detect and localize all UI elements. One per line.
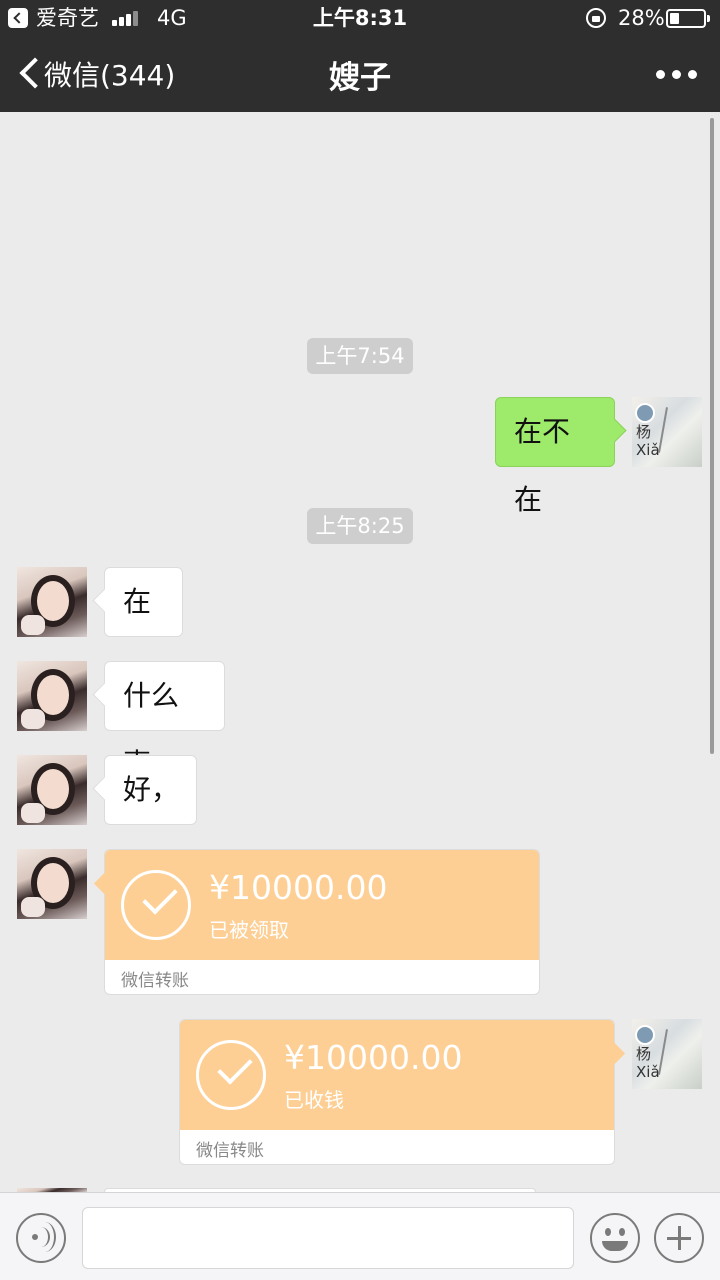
message-bubble-incoming[interactable]: 好， — [104, 755, 197, 825]
message-bubble-outgoing[interactable]: 在不在 — [495, 397, 615, 516]
avatar-signature: 杨 Xiǎ — [636, 1045, 660, 1081]
scrollbar[interactable] — [710, 118, 714, 754]
nav-bar: 微信(344) 嫂子 — [0, 36, 720, 112]
rotation-lock-icon — [586, 8, 606, 28]
message-bubble-incoming[interactable]: 什么事 — [104, 661, 225, 780]
status-time: 上午8:31 — [312, 6, 408, 30]
top-bar: 爱奇艺 4G 上午8:31 28% 微信(344) 嫂子 — [0, 0, 720, 112]
transfer-amount: ¥10000.00 — [209, 868, 388, 907]
battery-icon — [666, 9, 710, 28]
transfer-card-incoming[interactable]: ¥10000.00 已被领取 微信转账 — [104, 849, 540, 995]
contact-avatar[interactable] — [17, 849, 87, 919]
message-input[interactable] — [82, 1207, 574, 1269]
transfer-card-header: ¥10000.00 已收钱 — [180, 1020, 614, 1130]
transfer-status: 已收钱 — [284, 1088, 344, 1112]
avatar-photo — [635, 403, 655, 423]
transfer-footer: 微信转账 — [121, 971, 189, 991]
transfer-card-outgoing[interactable]: ¥10000.00 已收钱 微信转账 — [179, 1019, 615, 1165]
timestamp: 上午7:54 — [307, 338, 413, 374]
contact-avatar[interactable] — [17, 755, 87, 825]
contact-avatar[interactable] — [17, 567, 87, 637]
my-avatar[interactable]: 杨 Xiǎ — [632, 1019, 702, 1089]
voice-icon[interactable] — [16, 1213, 66, 1263]
input-bar — [0, 1192, 720, 1280]
transfer-card-header: ¥10000.00 已被领取 — [105, 850, 539, 960]
transfer-footer: 微信转账 — [196, 1141, 264, 1161]
chat-area[interactable]: 上午7:54 在不在 杨Xiǎ 上午8:25 在 什么事 好， ¥10000.0… — [0, 112, 720, 1192]
more-icon[interactable] — [656, 70, 698, 80]
avatar-photo — [635, 1025, 655, 1045]
my-avatar[interactable]: 杨 Xiǎ — [632, 397, 702, 467]
battery-percent: 28% — [618, 6, 665, 30]
chat-title: 嫂子 — [329, 60, 391, 96]
avatar-signature: 杨 Xiǎ — [636, 423, 660, 459]
contact-avatar[interactable] — [17, 661, 87, 731]
check-circle-icon — [196, 1040, 266, 1110]
plus-icon[interactable] — [654, 1213, 704, 1263]
battery-fill — [670, 13, 679, 24]
check-circle-icon — [121, 870, 191, 940]
message-bubble-incoming[interactable]: 在 — [104, 567, 183, 637]
timestamp: 上午8:25 — [307, 508, 413, 544]
status-bar: 爱奇艺 4G 上午8:31 28% — [0, 0, 720, 36]
transfer-amount: ¥10000.00 — [284, 1038, 463, 1077]
emoji-icon[interactable] — [590, 1213, 640, 1263]
transfer-status: 已被领取 — [209, 918, 289, 942]
